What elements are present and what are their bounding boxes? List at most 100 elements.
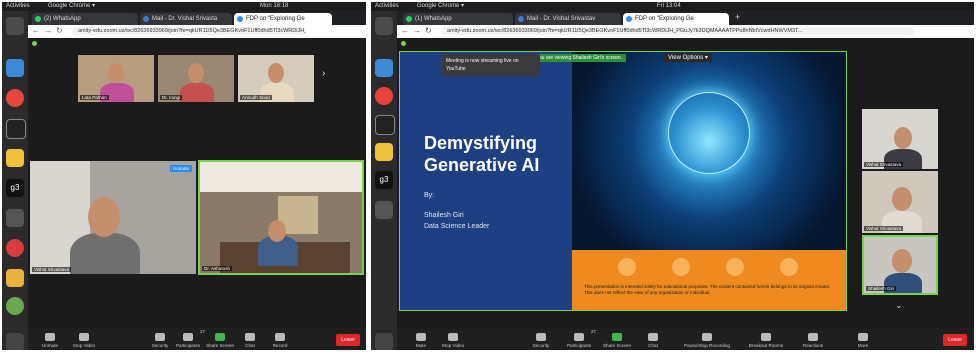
reload-icon[interactable]: ↻ <box>56 26 63 35</box>
settings-icon[interactable] <box>6 297 24 315</box>
zoom-icon <box>626 16 632 22</box>
slide-disclaimer: This presentation is intended solely for… <box>584 284 831 295</box>
pinned-participant-video[interactable]: Dr. Ashutosh <box>198 160 364 275</box>
reload-icon[interactable]: ↻ <box>425 26 432 35</box>
participant-name: Vishal Srivastava <box>864 162 904 167</box>
view-options-button[interactable]: View Options ▾ <box>664 53 712 62</box>
participant-name: Anirudh Sood <box>240 95 272 100</box>
slide-title-line: Demystifying <box>424 133 538 153</box>
app-menu[interactable]: Google Chrome ▾ <box>417 2 464 11</box>
breakout-rooms-button[interactable]: Breakout Rooms <box>741 333 791 348</box>
right-screenshot: Activities Google Chrome ▾ Fri 13:04 g3 … <box>371 2 974 350</box>
stop-video-button[interactable]: Stop Video <box>433 333 473 348</box>
url-field[interactable]: amity-edu.zoom.us/wc/82636933969/join?fe… <box>72 27 306 36</box>
show-apps-icon[interactable] <box>375 333 393 350</box>
gallery-tile[interactable]: Vishal Srivastava <box>862 109 938 169</box>
control-label: Mute <box>415 343 427 348</box>
video-camera-icon <box>79 333 89 341</box>
camera-icon[interactable] <box>375 201 393 219</box>
security-shield-icon[interactable] <box>32 41 37 46</box>
tab-whatsapp[interactable]: (2) WhatsApp <box>32 13 138 25</box>
clock[interactable]: Fri 13:04 <box>657 2 681 11</box>
tab-mail[interactable]: Mail - Dr. Vishal Srivastav <box>515 13 621 25</box>
slide-title-panel: Demystifying Generative AI By: Shailesh … <box>400 52 572 310</box>
leave-button[interactable]: Leave <box>336 334 360 346</box>
activities-button[interactable]: Activities <box>6 2 30 11</box>
pause-stop-recording-button[interactable]: Pause/Stop Recording <box>679 333 735 348</box>
tab-label: Mail - Dr. Vishal Srivastav <box>527 16 596 22</box>
speaker-name: Vishal Srivastava <box>32 267 72 272</box>
chrome-icon[interactable] <box>6 89 24 107</box>
tab-label: FDP on "Exploring Ge <box>246 16 305 22</box>
share-banner: You are viewing Shailesh Giri's screen. <box>532 54 627 62</box>
stop-video-button[interactable]: Stop Video <box>64 333 104 348</box>
back-icon[interactable]: ← <box>401 26 409 35</box>
gallery-tile-active[interactable]: Shailesh Giri <box>862 235 938 295</box>
participant-tile[interactable]: Lata Pathan <box>78 55 154 102</box>
share-screen-button[interactable]: Share Screen <box>597 333 637 348</box>
glowing-sphere <box>668 92 750 174</box>
tab-strip: (1) WhatsApp Mail - Dr. Vishal Srivastav… <box>397 11 974 25</box>
gallery-tile[interactable]: Vishal Srivastava <box>862 171 938 233</box>
terminal-icon[interactable] <box>375 115 395 135</box>
document-icon[interactable] <box>375 59 393 77</box>
address-bar: ← → ↻ amity-edu.zoom.us/wc/82636933969/j… <box>28 25 366 38</box>
app-icon-yellow[interactable] <box>6 269 24 287</box>
back-icon[interactable]: ← <box>32 26 40 35</box>
security-shield-icon[interactable] <box>401 41 406 46</box>
address-bar: ← → ↻ amity-edu.zoom.us/wc/82636933969/j… <box>397 25 974 38</box>
control-label: Chat <box>245 343 255 348</box>
participant-tile[interactable]: Anirudh Sood <box>238 55 314 102</box>
g3-app-icon[interactable]: g3 <box>375 171 393 189</box>
calculator-icon[interactable] <box>6 149 24 167</box>
forward-icon[interactable]: → <box>413 26 421 35</box>
control-label: Stop Video <box>72 343 96 348</box>
share-screen-icon <box>215 333 225 341</box>
chrome-window: (2) WhatsApp Mail - Dr. Vishal Srivasta … <box>28 11 366 350</box>
clock[interactable]: Mon 18:18 <box>260 2 288 11</box>
slide-title: Demystifying Generative AI <box>424 132 539 176</box>
tab-whatsapp[interactable]: (1) WhatsApp <box>403 13 513 25</box>
files-icon[interactable] <box>375 17 393 35</box>
chat-button[interactable]: Chat <box>633 333 673 348</box>
leave-button[interactable]: Leave <box>943 334 967 346</box>
next-page-icon[interactable]: › <box>322 68 325 79</box>
spotlight-badge[interactable]: Unmute <box>169 165 192 172</box>
url-field[interactable]: amity-edu.zoom.us/wc/82636933969/join?fe… <box>441 27 914 36</box>
participant-tile[interactable]: Dr. Iningi <box>158 55 234 102</box>
chevron-down-icon[interactable]: ⌄ <box>895 300 903 311</box>
control-label: Unmute <box>41 343 59 348</box>
tab-mail[interactable]: Mail - Dr. Vishal Srivasta <box>140 13 232 25</box>
participants-button[interactable]: Participants <box>559 333 599 348</box>
shared-screen[interactable]: Demystifying Generative AI By: Shailesh … <box>399 51 847 311</box>
app-menu[interactable]: Google Chrome ▾ <box>48 2 95 11</box>
forward-icon[interactable]: → <box>44 26 52 35</box>
tab-zoom[interactable]: FDP on "Exploring Ge <box>623 13 729 25</box>
tab-strip: (2) WhatsApp Mail - Dr. Vishal Srivasta … <box>28 11 366 25</box>
activities-button[interactable]: Activities <box>375 2 399 11</box>
reactions-button[interactable]: Reactions <box>793 333 833 348</box>
show-apps-icon[interactable] <box>6 333 24 350</box>
control-label: Security <box>532 343 550 348</box>
calculator-icon[interactable] <box>375 143 393 161</box>
document-icon[interactable] <box>6 59 24 77</box>
zoom-icon <box>237 16 243 22</box>
camera-icon[interactable] <box>6 209 24 227</box>
chrome-icon[interactable] <box>375 87 393 105</box>
active-speaker-video[interactable]: Unmute Vishal Srivastava <box>30 161 196 274</box>
g3-app-icon[interactable]: g3 <box>6 179 24 197</box>
participant-name: Shailesh Giri <box>866 286 897 291</box>
tab-zoom[interactable]: FDP on "Exploring Ge <box>234 13 332 25</box>
terminal-icon[interactable] <box>6 119 26 139</box>
app-icon-red[interactable] <box>6 239 24 257</box>
microphone-icon <box>45 333 55 341</box>
record-button[interactable]: Record <box>260 333 300 348</box>
files-icon[interactable] <box>6 17 24 35</box>
slide-title-line: Generative AI <box>424 155 540 175</box>
security-button[interactable]: Security <box>521 333 561 348</box>
more-button[interactable]: More <box>843 333 883 348</box>
person-head <box>88 197 120 237</box>
new-tab-icon[interactable]: + <box>735 12 740 22</box>
person-head <box>268 220 286 242</box>
ubuntu-top-bar: Activities Google Chrome ▾ Mon 18:18 <box>2 2 366 11</box>
